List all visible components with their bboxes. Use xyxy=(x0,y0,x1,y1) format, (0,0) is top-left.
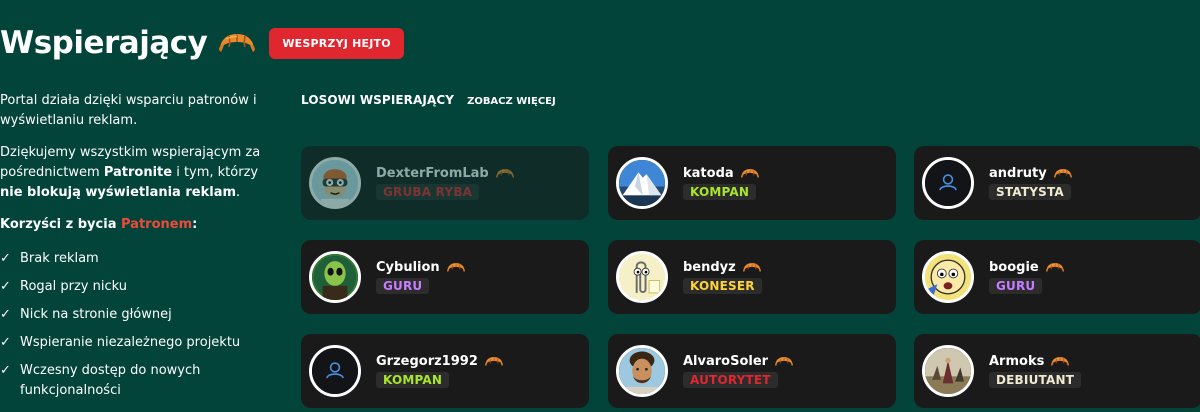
rank-badge: GURU xyxy=(376,278,430,294)
check-icon: ✓ xyxy=(0,251,11,266)
benefit-item: ✓ Nick na stronie głównej xyxy=(0,305,278,325)
default-user-avatar-icon xyxy=(309,345,361,397)
check-icon: ✓ xyxy=(0,335,11,350)
rank-badge: KONESER xyxy=(683,278,762,294)
croissant-icon xyxy=(446,260,466,275)
supporter-card[interactable]: bendyz KONESER xyxy=(608,240,896,314)
page-title: Wspierający xyxy=(0,25,208,61)
person-photo-avatar-icon xyxy=(616,345,668,397)
croissant-icon xyxy=(484,354,504,369)
supporter-card[interactable]: DexterFromLab GRUBA RYBA xyxy=(301,146,589,220)
benefits-heading: Korzyści z bycia Patronem: xyxy=(0,217,198,232)
supporter-card[interactable]: Grzegorz1992 KOMPAN xyxy=(301,334,589,408)
see-more-link[interactable]: ZOBACZ WIĘCEJ xyxy=(467,96,556,107)
croissant-icon xyxy=(217,28,257,58)
croissant-icon xyxy=(1053,166,1073,181)
intro-panel: Portal działa dzięki wsparciu patronów i… xyxy=(0,91,278,409)
benefits-list: ✓ Brak reklam ✓ Rogal przy nicku ✓ Nick na … xyxy=(0,249,278,401)
supporter-card[interactable]: Armoks DEBIUTANT xyxy=(914,334,1200,408)
supporter-card[interactable]: katoda KOMPAN xyxy=(608,146,896,220)
supporter-name[interactable]: DexterFromLab xyxy=(376,166,489,181)
painting-avatar-icon xyxy=(922,345,974,397)
rank-badge: GRUBA RYBA xyxy=(376,184,480,200)
supporter-card[interactable]: andruty STATYSTA xyxy=(914,146,1200,220)
rank-badge: KOMPAN xyxy=(683,184,757,200)
benefit-item: ✓ Wczesny dostęp do nowych funkcjonalnośc… xyxy=(0,363,201,398)
intro-paragraph: Portal działa dzięki wsparciu patronów i… xyxy=(0,93,257,128)
rank-badge: DEBIUTANT xyxy=(989,372,1082,388)
croissant-icon xyxy=(742,260,762,275)
benefit-item: ✓ Brak reklam xyxy=(0,249,278,269)
supporter-name[interactable]: Armoks xyxy=(989,354,1044,369)
supporter-card[interactable]: AlvaroSoler AUTORYTET xyxy=(608,334,896,408)
supporter-name[interactable]: Grzegorz1992 xyxy=(376,354,478,369)
page-header: Wspierający WESPRZYJ HEJTO xyxy=(0,22,404,64)
support-hejto-button[interactable]: WESPRZYJ HEJTO xyxy=(269,27,404,59)
benefit-item: ✓ Wspieranie niezależnego projektu xyxy=(0,333,278,353)
croissant-icon xyxy=(1050,354,1070,369)
supporter-name[interactable]: Cybulion xyxy=(376,260,440,275)
section-title: LOSOWI WSPIERAJĄCY xyxy=(301,93,455,107)
supporter-name[interactable]: katoda xyxy=(683,166,734,181)
rank-badge: AUTORYTET xyxy=(683,372,778,388)
clippy-avatar-icon xyxy=(616,251,668,303)
supporters-section-header: LOSOWI WSPIERAJĄCY ZOBACZ WIĘCEJ xyxy=(301,93,556,107)
check-icon: ✓ xyxy=(0,307,11,322)
croissant-icon xyxy=(495,166,515,181)
thanks-paragraph: Dziękujemy wszystkim wspierającym za poś… xyxy=(0,145,261,200)
supporter-name[interactable]: boogie xyxy=(989,260,1039,275)
croissant-icon xyxy=(740,166,760,181)
default-user-avatar-icon xyxy=(922,157,974,209)
rank-badge: STATYSTA xyxy=(989,184,1071,200)
dexter-avatar-icon xyxy=(309,157,361,209)
mountain-avatar-icon xyxy=(616,157,668,209)
supporter-card[interactable]: Cybulion GURU xyxy=(301,240,589,314)
croissant-icon xyxy=(774,354,794,369)
check-icon: ✓ xyxy=(0,279,11,294)
cartoon-face-avatar-icon xyxy=(922,251,974,303)
rank-badge: GURU xyxy=(989,278,1043,294)
patronite-link[interactable]: Patronite xyxy=(104,165,172,180)
check-icon: ✓ xyxy=(0,363,11,378)
benefit-item: ✓ Rogal przy nicku xyxy=(0,277,278,297)
supporter-name[interactable]: bendyz xyxy=(683,260,736,275)
supporter-card[interactable]: boogie GURU xyxy=(914,240,1200,314)
rank-badge: KOMPAN xyxy=(376,372,450,388)
croissant-icon xyxy=(1045,260,1065,275)
supporter-name[interactable]: andruty xyxy=(989,166,1047,181)
alien-avatar-icon xyxy=(309,251,361,303)
supporter-name[interactable]: AlvaroSoler xyxy=(683,354,768,369)
